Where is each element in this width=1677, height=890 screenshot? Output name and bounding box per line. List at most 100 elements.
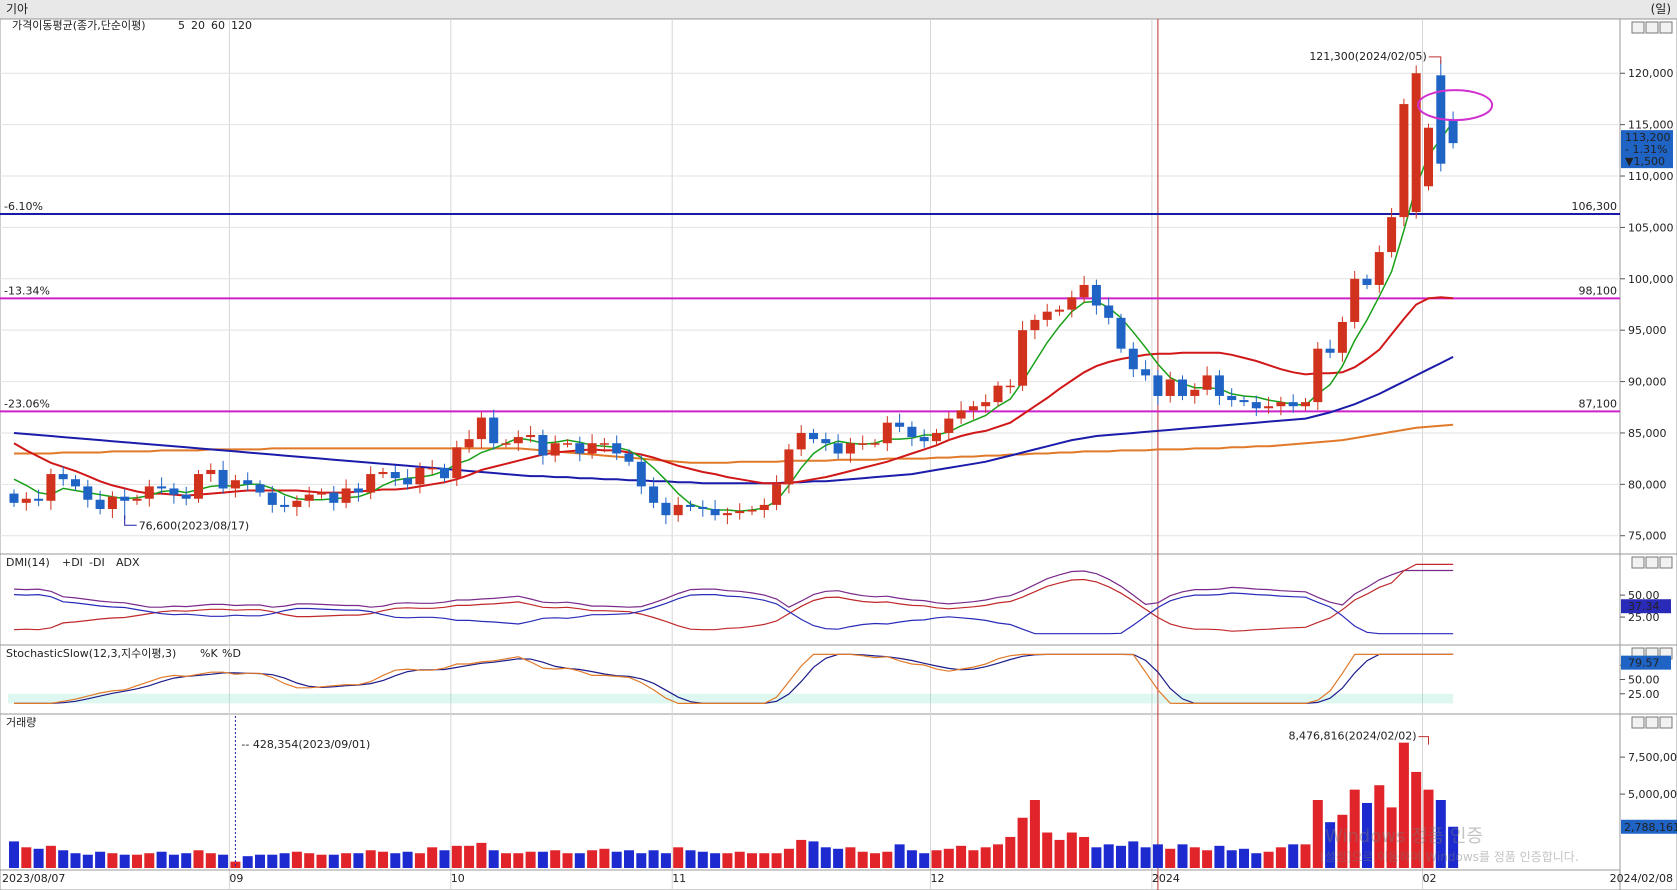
candle [1337,321,1347,353]
candle [304,494,314,501]
candle [206,469,216,475]
candle [255,484,265,493]
panel-button[interactable] [1631,21,1645,34]
volume-bar [279,853,290,868]
period-unit[interactable]: (일) [1651,0,1671,18]
volume-bar [82,854,93,868]
candle [907,426,917,438]
volume-bar [58,850,69,868]
candle [1067,297,1077,310]
candle [1091,284,1101,306]
ma-legend-20: 20 [191,19,205,32]
volume-bar [304,853,315,868]
volume-bar [390,853,401,868]
panel-button[interactable] [1631,716,1645,729]
panel-button[interactable] [1645,716,1659,729]
candle [538,435,548,456]
candle [1116,317,1126,349]
volume-bar [993,844,1003,868]
volume-bar [525,851,536,868]
candle [845,443,855,454]
volume-min-annotation: -- 428,354(2023/09/01) [241,738,370,751]
candle [83,486,93,500]
candle [1399,104,1409,218]
stock-chart[interactable]: 75,00080,00085,00090,00095,000100,000105… [0,19,1677,890]
candle [932,432,941,442]
candle [968,406,978,411]
volume-bar [845,847,856,868]
volume-bar [660,853,671,868]
volume-bar [980,847,991,868]
candle [895,422,905,427]
volume-bar [33,848,44,868]
candle [280,504,290,507]
volume-bar [599,848,610,868]
panel-button[interactable] [1645,556,1659,569]
volume-bar [943,848,954,868]
price-tick-label: 110,000 [1628,170,1674,183]
candle [526,435,536,438]
reference-line-pct: -23.06% [4,397,50,410]
candle [267,492,277,505]
volume-bar [132,854,142,868]
candle [1042,311,1052,320]
ma-legend-120: 120 [231,19,252,32]
volume-bar [894,844,905,868]
volume-bar [1202,850,1213,868]
volume-bar [439,850,450,868]
candle [341,488,351,503]
volume-bar [156,851,167,868]
candle [58,474,68,480]
candle [169,488,179,495]
volume-bar [870,853,880,868]
candle [575,443,585,454]
panel-button[interactable] [1659,556,1673,569]
window-title: 기아 [6,2,29,16]
candle [956,410,966,419]
candle [403,478,413,485]
stoch-readout: 79.57 [1628,657,1660,670]
volume-bar [168,854,179,868]
candle [1350,278,1360,322]
candle [1411,73,1421,212]
candle [919,437,929,442]
volume-bar [1128,841,1139,868]
candle [722,513,732,516]
candle [21,498,31,503]
candle [1227,395,1237,401]
candle [120,496,130,501]
candle [882,422,892,444]
volume-bar [414,853,425,868]
volume-max-annotation: 8,476,816(2024/02/02) [1289,730,1417,743]
volume-bar [1189,847,1200,868]
volume-bar [587,850,598,868]
candle [858,443,868,445]
panel-button[interactable] [1645,21,1659,34]
candle [440,467,449,479]
volume-bar [205,853,216,868]
panel-button[interactable] [1631,556,1645,569]
candle [698,506,708,510]
candle [132,498,142,501]
volume-bar [1300,844,1311,868]
volume-bar [1042,832,1053,868]
dmi-readout: 37.34 [1628,600,1660,613]
candle [735,511,745,514]
volume-bar [513,853,524,868]
x-tick-label: 11 [672,872,686,885]
candle [649,486,659,503]
x-tick-label: 09 [229,872,243,885]
windows-watermark-sub: [설정]으로 이동하여 Windows를 정품 인증합니다. [1320,850,1579,864]
volume-bar [611,851,622,868]
candle [181,494,191,499]
panel-button[interactable] [1659,21,1673,34]
volume-bar [1165,848,1176,868]
volume-bar [378,851,388,868]
volume-bar [144,853,155,868]
volume-bar [1214,845,1225,868]
dmi-legend--DI: -DI [89,556,105,569]
volume-bar [488,850,499,868]
panel-button[interactable] [1659,716,1673,729]
volume-bar [1103,844,1114,868]
stoch-legend-%D: %D [222,647,241,660]
